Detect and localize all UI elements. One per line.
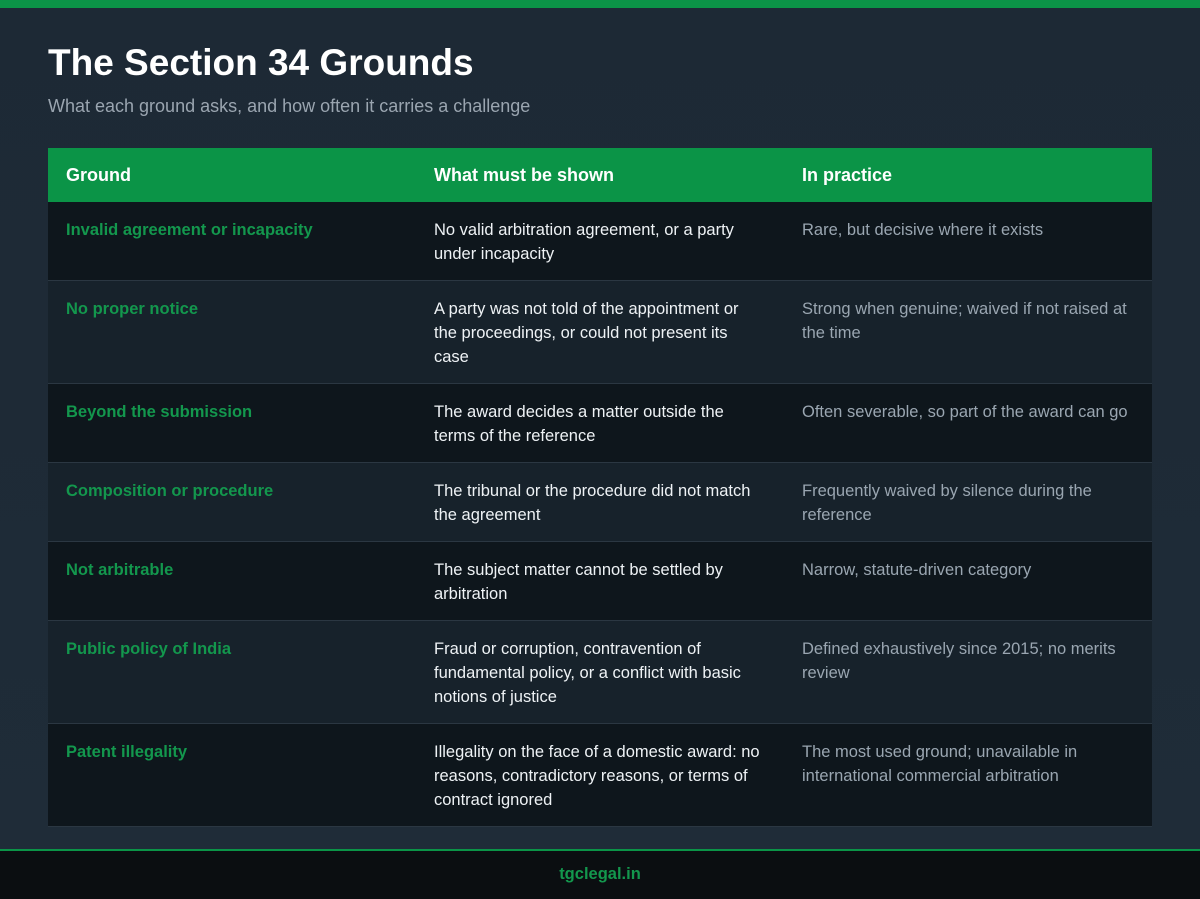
page-subtitle: What each ground asks, and how often it … (48, 96, 531, 116)
table-body: Invalid agreement or incapacity No valid… (48, 202, 1152, 827)
shown-cell: The subject matter cannot be settled by … (416, 541, 784, 621)
shown-cell: The award decides a matter outside the t… (416, 383, 784, 463)
column-header-ground: Ground (48, 148, 416, 202)
practice-cell: Frequently waived by silence during the … (784, 462, 1152, 542)
practice-cell: Defined exhaustively since 2015; no meri… (784, 620, 1152, 724)
practice-cell: Narrow, statute-driven category (784, 541, 1152, 621)
ground-cell: Public policy of India (48, 620, 416, 724)
practice-cell: Strong when genuine; waived if not raise… (784, 280, 1152, 384)
shown-cell: A party was not told of the appointment … (416, 280, 784, 384)
shown-cell: Illegality on the face of a domestic awa… (416, 723, 784, 827)
footer: tgclegal.in (0, 849, 1200, 899)
top-accent-bar (0, 0, 1200, 8)
table-row: Not arbitrable The subject matter cannot… (48, 541, 1152, 621)
table-row: Beyond the submission The award decides … (48, 383, 1152, 463)
grounds-table: Ground What must be shown In practice In… (48, 148, 1152, 827)
header-row: Ground What must be shown In practice (48, 148, 1152, 202)
shown-cell: Fraud or corruption, contravention of fu… (416, 620, 784, 724)
table-row: Patent illegality Illegality on the face… (48, 723, 1152, 827)
table-row: Composition or procedure The tribunal or… (48, 462, 1152, 542)
column-header-in-practice: In practice (784, 148, 1152, 202)
table-row: Public policy of India Fraud or corrupti… (48, 620, 1152, 724)
practice-cell: The most used ground; unavailable in int… (784, 723, 1152, 827)
table-row: Invalid agreement or incapacity No valid… (48, 202, 1152, 281)
ground-cell: Invalid agreement or incapacity (48, 202, 416, 281)
table-header: Ground What must be shown In practice (48, 148, 1152, 202)
shown-cell: No valid arbitration agreement, or a par… (416, 202, 784, 281)
shown-cell: The tribunal or the procedure did not ma… (416, 462, 784, 542)
ground-cell: Composition or procedure (48, 462, 416, 542)
ground-cell: Beyond the submission (48, 383, 416, 463)
ground-cell: No proper notice (48, 280, 416, 384)
table-row: No proper notice A party was not told of… (48, 280, 1152, 384)
practice-cell: Rare, but decisive where it exists (784, 202, 1152, 281)
page-title: The Section 34 Grounds (48, 42, 474, 83)
practice-cell: Often severable, so part of the award ca… (784, 383, 1152, 463)
ground-cell: Not arbitrable (48, 541, 416, 621)
footer-site-link[interactable]: tgclegal.in (559, 851, 641, 897)
ground-cell: Patent illegality (48, 723, 416, 827)
column-header-what-must-be-shown: What must be shown (416, 148, 784, 202)
